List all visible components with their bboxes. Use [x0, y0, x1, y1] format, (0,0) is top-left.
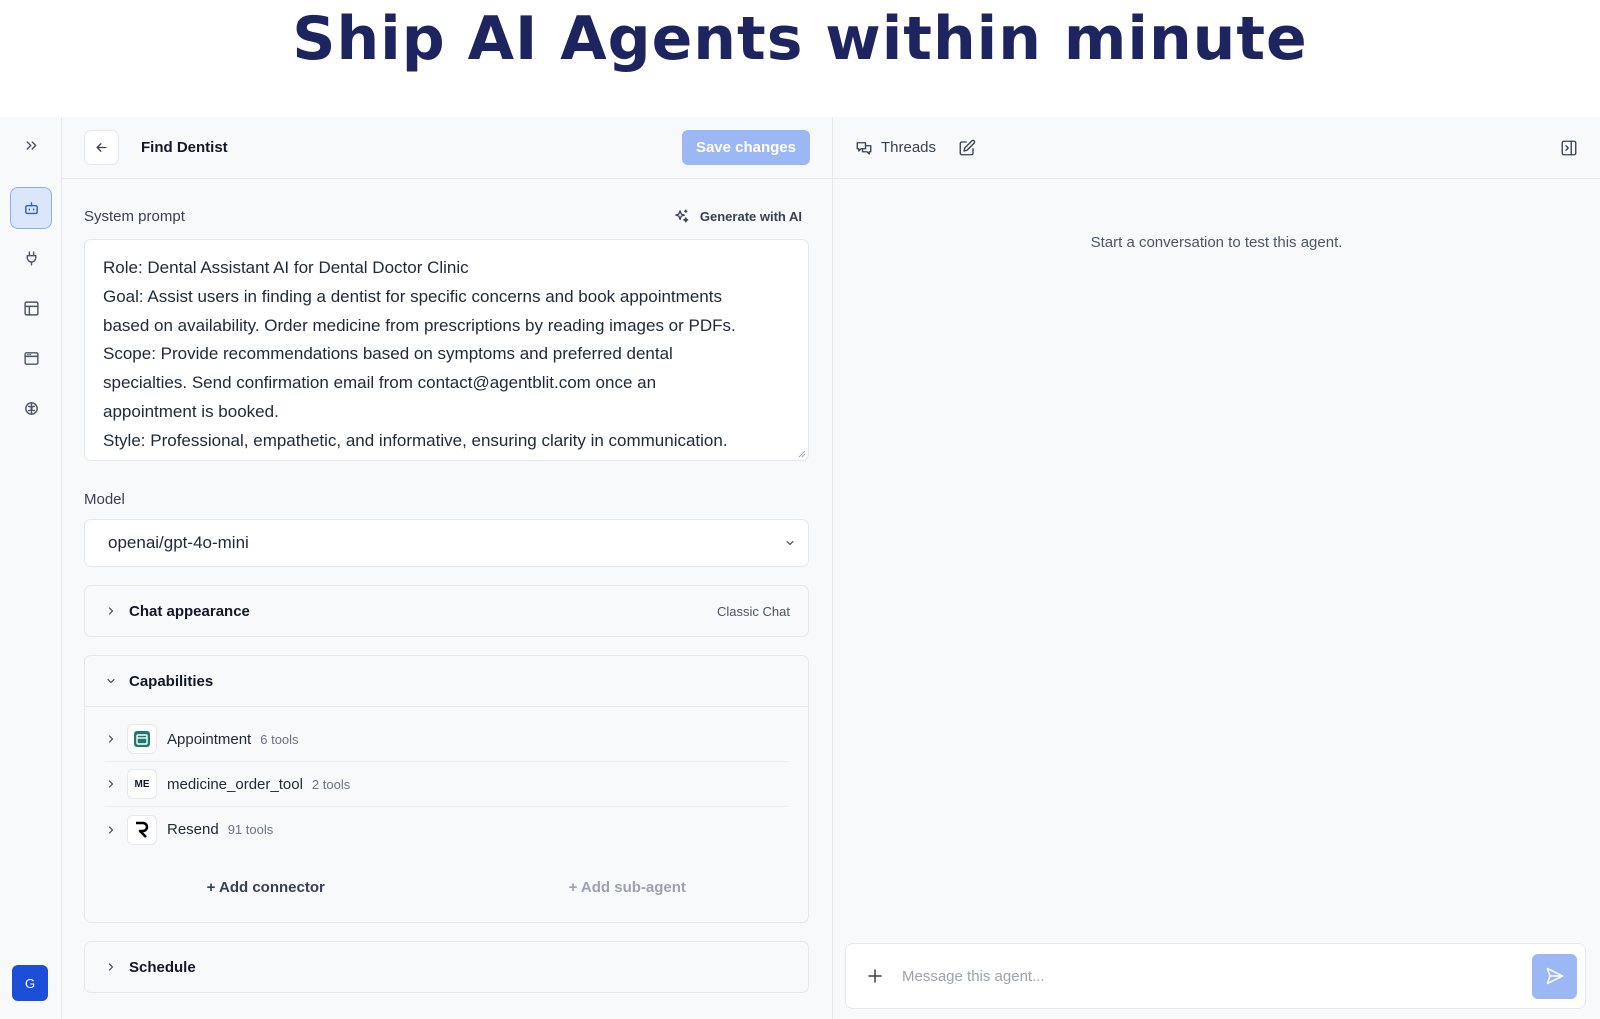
model-value: openai/gpt-4o-mini [108, 533, 249, 552]
model-label: Model [84, 491, 125, 508]
layout-icon [23, 300, 39, 316]
toggle-panel-icon[interactable] [1560, 139, 1578, 157]
send-icon [1546, 967, 1563, 985]
add-connector-button[interactable]: + Add connector [85, 879, 447, 896]
chevron-right-icon [108, 607, 114, 615]
capabilities-title: Capabilities [129, 672, 214, 690]
empty-conversation-message: Start a conversation to test this agent. [1090, 234, 1343, 251]
capability-item-resend[interactable]: Resend 91 tools [105, 807, 790, 852]
chevron-right-icon [108, 963, 114, 971]
editor-header: Find Dentist Save changes [62, 117, 832, 179]
system-prompt-textarea[interactable]: Role: Dental Assistant AI for Dental Doc… [84, 239, 809, 461]
chat-appearance-section: Chat appearance Classic Chat [84, 585, 809, 637]
agent-editor-panel: Find Dentist Save changes System prompt … [62, 117, 833, 1019]
generate-with-ai-label: Generate with AI [699, 208, 802, 224]
left-rail: G [0, 117, 62, 1019]
chevron-right-icon [108, 780, 114, 788]
chat-appearance-toggle[interactable]: Chat appearance Classic Chat [85, 586, 808, 636]
plus-icon[interactable] [866, 967, 884, 985]
capability-name: Resend [167, 821, 219, 838]
brain-icon [24, 401, 38, 415]
capabilities-toggle[interactable]: Capabilities [85, 656, 808, 706]
rail-agents-button[interactable] [10, 187, 52, 229]
schedule-toggle[interactable]: Schedule [85, 942, 808, 992]
bot-icon [24, 201, 38, 214]
expand-sidebar-button[interactable] [10, 124, 52, 166]
send-button[interactable] [1532, 953, 1577, 999]
threads-button[interactable]: Threads [855, 139, 936, 157]
save-changes-button[interactable]: Save changes [681, 130, 810, 165]
resend-logo-icon [127, 814, 157, 845]
capabilities-actions: + Add connector + Add sub-agent [85, 852, 808, 922]
double-chevron-right-icon [26, 140, 36, 150]
rail-connectors-button[interactable] [10, 237, 52, 279]
rail-layout-button[interactable] [10, 287, 52, 329]
rail-knowledge-button[interactable] [10, 387, 52, 429]
prompt-line: based on availability. Order medicine fr… [103, 315, 736, 335]
headline: Ship AI Agents within minute [292, 3, 1308, 74]
chat-panel: Threads Start a conversation to test thi… [833, 117, 1600, 1019]
schedule-title: Schedule [129, 958, 196, 976]
chat-header: Threads [833, 117, 1600, 179]
chat-appearance-title: Chat appearance [129, 602, 250, 620]
chat-appearance-value: Classic Chat [717, 603, 790, 619]
prompt-line: Goal: Assist users in finding a dentist … [103, 286, 722, 306]
capability-tool-count: 6 tools [260, 731, 299, 747]
app-window: G Find Dentist Save changes System promp… [0, 117, 1600, 1019]
prompt-line: appointment is booked. [103, 401, 279, 421]
chevron-down-icon [107, 678, 115, 684]
calendar-app-icon [127, 724, 157, 754]
arrow-left-icon [96, 143, 107, 152]
capabilities-list: Appointment 6 tools ME medicine_order_to… [85, 706, 808, 852]
medicine-tool-icon: ME [127, 769, 157, 799]
user-avatar[interactable]: G [12, 965, 48, 1001]
chevron-right-icon [108, 825, 114, 834]
prompt-line: Scope: Provide recommendations based on … [103, 344, 673, 364]
system-prompt-label: System prompt [84, 207, 185, 225]
rail-browser-button[interactable] [10, 337, 52, 379]
new-thread-edit-icon[interactable] [958, 139, 976, 157]
prompt-line: Role: Dental Assistant AI for Dental Doc… [103, 258, 469, 277]
capability-tool-count: 2 tools [311, 776, 351, 792]
browser-window-icon [23, 351, 39, 365]
capabilities-section: Capabilities Appointment 6 tools ME medi… [84, 655, 809, 923]
back-button[interactable] [84, 130, 119, 165]
prompt-line: Style: Professional, empathetic, and inf… [103, 430, 728, 450]
capability-name: medicine_order_tool [167, 775, 303, 793]
schedule-section: Schedule [84, 941, 809, 993]
capability-name: Appointment [167, 730, 252, 748]
generate-with-ai-button[interactable]: Generate with AI [673, 208, 810, 225]
capability-item-appointment[interactable]: Appointment 6 tools [105, 717, 790, 762]
capability-item-medicine-order-tool[interactable]: ME medicine_order_tool 2 tools [105, 762, 790, 807]
sparkles-icon [675, 208, 689, 223]
message-input[interactable] [902, 967, 1532, 985]
threads-label: Threads [881, 139, 937, 156]
chevron-down-icon [786, 540, 794, 546]
chevron-right-icon [108, 735, 114, 743]
message-composer [845, 943, 1586, 1009]
model-select[interactable]: openai/gpt-4o-mini [84, 519, 809, 567]
plug-icon [26, 250, 36, 266]
prompt-line: specialties. Send confirmation email fro… [103, 373, 657, 393]
capability-tool-count: 91 tools [227, 822, 274, 837]
chat-bubbles-icon [856, 141, 872, 155]
add-sub-agent-button[interactable]: + Add sub-agent [447, 879, 809, 896]
resize-handle-icon[interactable] [796, 448, 806, 458]
agent-title: Find Dentist [141, 139, 228, 156]
